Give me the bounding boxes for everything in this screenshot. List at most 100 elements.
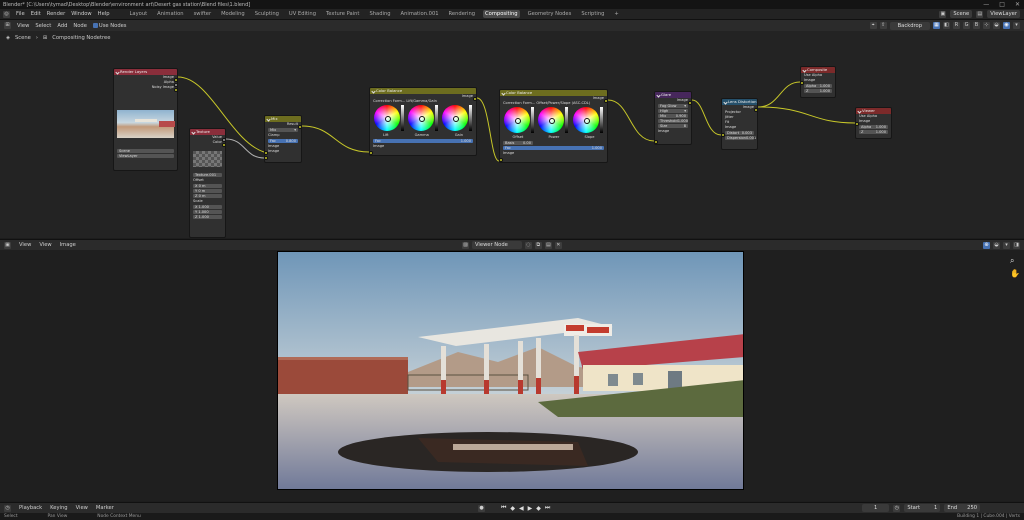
brightness-slider[interactable]: [435, 105, 438, 131]
lens-distortion-node[interactable]: Lens Distortion Image Projector Jitter F…: [721, 98, 758, 150]
menu-window[interactable]: Window: [71, 11, 91, 17]
socket-image-in[interactable]: [265, 151, 268, 155]
scene-field[interactable]: Scene: [117, 149, 174, 153]
close-icon[interactable]: ✕: [554, 241, 562, 249]
image-viewer[interactable]: ⌕ ✋: [0, 250, 1024, 501]
tab-compositing[interactable]: Compositing: [483, 10, 520, 18]
socket-image-out[interactable]: [604, 99, 607, 103]
jump-end-icon[interactable]: ⏭: [545, 504, 550, 512]
clock-icon[interactable]: ◷: [893, 504, 901, 512]
slope-wheel[interactable]: [572, 107, 603, 134]
socket-value-out[interactable]: [222, 138, 225, 142]
menu-select[interactable]: Select: [35, 23, 51, 29]
editor-type-icon[interactable]: ◷: [4, 504, 11, 512]
hand-pan-icon[interactable]: ✋: [1010, 269, 1020, 278]
tab-shading[interactable]: Shading: [367, 10, 392, 18]
gizmo-icon[interactable]: ◉: [1003, 22, 1010, 29]
z-field[interactable]: Z 1.000: [804, 89, 832, 93]
menu-marker[interactable]: Marker: [96, 505, 114, 511]
maximize-button[interactable]: □: [999, 1, 1005, 8]
offset-y-field[interactable]: Y 0 m: [193, 189, 222, 193]
blend-mode-field[interactable]: Mix ▾: [268, 128, 298, 132]
tab-sculpting[interactable]: Sculpting: [253, 10, 281, 18]
open-folder-icon[interactable]: ▤: [544, 241, 552, 249]
glare-type-field[interactable]: Fog Glow ▾: [658, 104, 688, 108]
tab-uv-editing[interactable]: UV Editing: [287, 10, 318, 18]
color-wheel-icon[interactable]: [538, 107, 565, 133]
size-field[interactable]: Size 8: [658, 124, 688, 128]
dispersion-field[interactable]: Dispersion 0.001: [725, 136, 756, 140]
record-icon[interactable]: ●: [478, 504, 485, 512]
gizmo-icon[interactable]: ⊕: [983, 241, 990, 249]
menu-view[interactable]: View: [17, 23, 29, 29]
backdrop-button[interactable]: Backdrop: [889, 21, 930, 30]
channel-rgb-icon[interactable]: ▦: [933, 22, 940, 29]
color-wheel-icon[interactable]: [408, 105, 434, 131]
overlay-dropdown-icon[interactable]: ▾: [1013, 22, 1020, 29]
menu-view[interactable]: View: [76, 505, 88, 511]
play-icon[interactable]: ▶: [528, 505, 533, 512]
pin-icon[interactable]: ⌖: [869, 22, 877, 29]
tab-rendering[interactable]: Rendering: [447, 10, 478, 18]
mix-field[interactable]: Mix 0.900: [658, 114, 688, 118]
mix-node[interactable]: Mix Result Mix ▾ Clamp Fac 0.800 Image Ima…: [264, 115, 302, 163]
basis-field[interactable]: Basis 0.00: [503, 141, 533, 145]
quality-field[interactable]: High ▾: [658, 109, 688, 113]
socket-image-out[interactable]: [174, 78, 177, 82]
menu-edit[interactable]: Edit: [31, 11, 41, 17]
zoom-icon[interactable]: ⌕: [1010, 256, 1020, 266]
threshold-field[interactable]: Threshold 1.000: [658, 119, 688, 123]
tab-animation-001[interactable]: Animation.001: [399, 10, 441, 18]
overlay-icon[interactable]: ◒: [993, 22, 1000, 29]
scale-y-field[interactable]: Y 1.000: [193, 210, 222, 214]
socket-image-out[interactable]: [754, 108, 757, 112]
new-image-icon[interactable]: ⧉: [534, 241, 542, 249]
display-channels-icon[interactable]: ◒: [993, 241, 1000, 249]
color-wheel-icon[interactable]: [442, 105, 468, 131]
texture-node[interactable]: Texture Value Color Texture.001 Offset X…: [189, 128, 226, 238]
socket-alpha-out[interactable]: [174, 83, 177, 87]
editor-type-icon[interactable]: ⊞: [4, 22, 11, 29]
menu-render[interactable]: Render: [47, 11, 65, 17]
socket-image-in[interactable]: [856, 122, 859, 126]
view-layer-field[interactable]: ViewLayer: [987, 10, 1020, 18]
editor-type-icon[interactable]: ▣: [4, 241, 11, 249]
layer-field[interactable]: ViewLayer: [117, 154, 174, 158]
menu-node[interactable]: Node: [73, 23, 87, 29]
color-balance-node-2[interactable]: Color Balance Image Correction Form... O…: [499, 89, 608, 163]
add-workspace-button[interactable]: +: [612, 10, 620, 18]
distort-field[interactable]: Distort 0.003: [725, 131, 754, 135]
menu-playback[interactable]: Playback: [19, 505, 42, 511]
use-nodes-toggle[interactable]: Use Nodes: [92, 22, 127, 29]
tab-texture-paint[interactable]: Texture Paint: [324, 10, 361, 18]
alpha-field[interactable]: Alpha 1.000: [859, 125, 888, 129]
tab-layout[interactable]: Layout: [128, 10, 150, 18]
socket-image-out[interactable]: [688, 101, 691, 105]
play-reverse-icon[interactable]: ◀: [519, 505, 524, 512]
socket-image-in[interactable]: [370, 151, 373, 155]
alpha-field[interactable]: Alpha 1.000: [804, 84, 832, 88]
gain-wheel[interactable]: [442, 105, 472, 132]
menu-file[interactable]: File: [16, 11, 25, 17]
composite-node[interactable]: Composite Use Alpha Image Alpha 1.000 Z 1.…: [800, 66, 836, 98]
menu-keying[interactable]: Keying: [50, 505, 67, 511]
tab-scripting[interactable]: Scripting: [579, 10, 606, 18]
scale-z-field[interactable]: Z 1.000: [193, 215, 222, 219]
color-wheel-icon[interactable]: [504, 107, 531, 133]
menu-view-2[interactable]: View: [39, 242, 51, 248]
socket-image-out[interactable]: [473, 97, 476, 101]
render-layers-node[interactable]: Render Layers Image Alpha Noisy Image Sc…: [113, 68, 178, 171]
prev-keyframe-icon[interactable]: ◆: [510, 505, 515, 512]
node-editor-canvas[interactable]: ◈ Scene › ⊞ Compositing Nodetree Render …: [0, 31, 1024, 238]
tab-swifter[interactable]: swifter: [192, 10, 213, 18]
fac-field[interactable]: Fac 1.000: [373, 139, 473, 143]
menu-view[interactable]: View: [19, 242, 31, 248]
image-icon[interactable]: ▨: [462, 241, 469, 249]
socket-result-out[interactable]: [298, 125, 301, 129]
offset-wheel[interactable]: [504, 107, 535, 134]
z-field[interactable]: Z 1.000: [859, 130, 888, 134]
end-frame-field[interactable]: End 250: [944, 504, 981, 512]
power-wheel[interactable]: [538, 107, 569, 134]
chevron-down-icon[interactable]: ▾: [1003, 241, 1010, 249]
brightness-slider[interactable]: [599, 107, 603, 133]
